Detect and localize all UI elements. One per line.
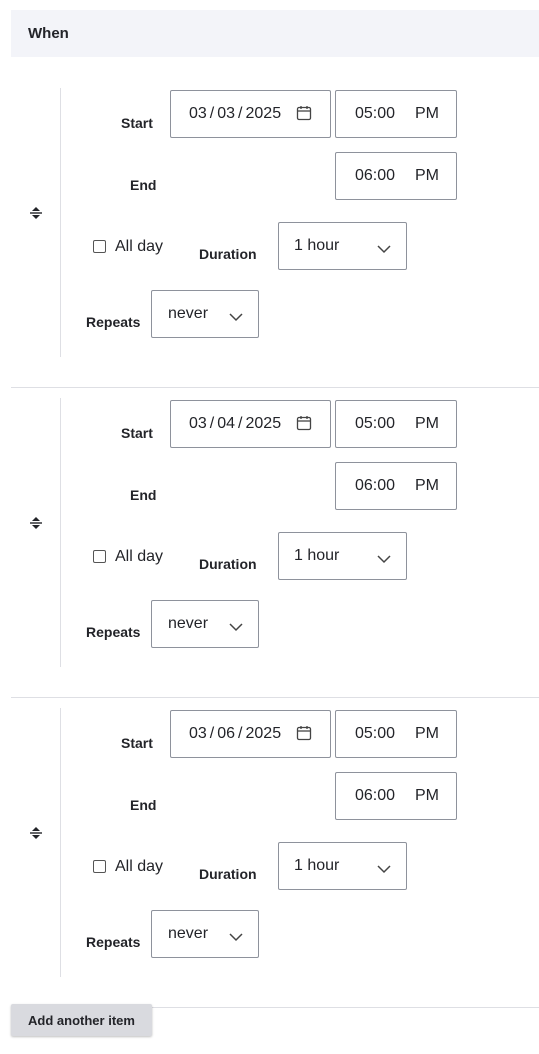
- duration-label: Duration: [199, 556, 257, 572]
- duration-label: Duration: [199, 246, 257, 262]
- chevron-down-icon: [229, 929, 243, 942]
- chevron-down-icon: [229, 309, 243, 322]
- start-time-value: 05:00: [355, 415, 396, 432]
- start-label: Start: [121, 425, 153, 441]
- item-divider: [60, 398, 61, 667]
- drag-handle-icon[interactable]: [28, 205, 44, 221]
- date-item: Start 03/03/2025 05:00 PM End 06:00 PM A…: [0, 78, 539, 388]
- start-label: Start: [121, 735, 153, 751]
- section-header: When: [11, 10, 539, 57]
- date-item: Start 03/04/2025 05:00 PM End 06:00 PM A…: [0, 388, 539, 698]
- duration-select[interactable]: 1 hour: [278, 222, 407, 270]
- repeats-value: never: [168, 925, 209, 942]
- duration-value: 1 hour: [294, 547, 340, 564]
- start-label: Start: [121, 115, 153, 131]
- date-item: Start 03/06/2025 05:00 PM End 06:00 PM A…: [0, 698, 539, 1008]
- chevron-down-icon: [377, 861, 391, 874]
- all-day-label: All day: [115, 238, 164, 255]
- duration-label: Duration: [199, 866, 257, 882]
- all-day-checkbox[interactable]: [93, 550, 106, 563]
- chevron-down-icon: [377, 241, 391, 254]
- all-day-checkbox[interactable]: [93, 860, 106, 873]
- end-time-ampm: PM: [415, 167, 439, 184]
- end-time-value: 06:00: [355, 167, 396, 184]
- start-date-value: 03/06/2025: [189, 725, 282, 742]
- end-time-input[interactable]: 06:00 PM: [335, 462, 457, 510]
- repeats-value: never: [168, 615, 209, 632]
- section-title: When: [28, 25, 69, 42]
- start-time-value: 05:00: [355, 725, 396, 742]
- end-label: End: [130, 487, 157, 503]
- calendar-icon[interactable]: [296, 105, 312, 121]
- start-time-ampm: PM: [415, 725, 439, 742]
- repeats-select[interactable]: never: [151, 600, 259, 648]
- all-day-checkbox[interactable]: [93, 240, 106, 253]
- end-label: End: [130, 797, 157, 813]
- duration-select[interactable]: 1 hour: [278, 842, 407, 890]
- repeats-label: Repeats: [86, 624, 141, 640]
- start-date-input[interactable]: 03/03/2025: [170, 90, 331, 138]
- start-time-input[interactable]: 05:00 PM: [335, 90, 457, 138]
- calendar-icon[interactable]: [296, 725, 312, 741]
- repeats-value: never: [168, 305, 209, 322]
- duration-select[interactable]: 1 hour: [278, 532, 407, 580]
- start-time-value: 05:00: [355, 105, 396, 122]
- drag-handle-icon[interactable]: [28, 825, 44, 841]
- all-day-label: All day: [115, 858, 164, 875]
- end-time-ampm: PM: [415, 787, 439, 804]
- start-date-input[interactable]: 03/06/2025: [170, 710, 331, 758]
- end-time-ampm: PM: [415, 477, 439, 494]
- end-time-input[interactable]: 06:00 PM: [335, 772, 457, 820]
- end-time-value: 06:00: [355, 787, 396, 804]
- start-time-input[interactable]: 05:00 PM: [335, 710, 457, 758]
- item-divider: [60, 708, 61, 977]
- add-another-item-button[interactable]: Add another item: [11, 1004, 152, 1036]
- repeats-label: Repeats: [86, 314, 141, 330]
- start-time-ampm: PM: [415, 415, 439, 432]
- start-time-input[interactable]: 05:00 PM: [335, 400, 457, 448]
- start-date-input[interactable]: 03/04/2025: [170, 400, 331, 448]
- duration-value: 1 hour: [294, 237, 340, 254]
- chevron-down-icon: [377, 551, 391, 564]
- duration-value: 1 hour: [294, 857, 340, 874]
- item-divider: [60, 88, 61, 357]
- start-time-ampm: PM: [415, 105, 439, 122]
- calendar-icon[interactable]: [296, 415, 312, 431]
- chevron-down-icon: [229, 619, 243, 632]
- repeats-select[interactable]: never: [151, 910, 259, 958]
- start-date-value: 03/03/2025: [189, 105, 282, 122]
- end-time-value: 06:00: [355, 477, 396, 494]
- drag-handle-icon[interactable]: [28, 515, 44, 531]
- repeats-label: Repeats: [86, 934, 141, 950]
- end-time-input[interactable]: 06:00 PM: [335, 152, 457, 200]
- start-date-value: 03/04/2025: [189, 415, 282, 432]
- end-label: End: [130, 177, 157, 193]
- all-day-label: All day: [115, 548, 164, 565]
- repeats-select[interactable]: never: [151, 290, 259, 338]
